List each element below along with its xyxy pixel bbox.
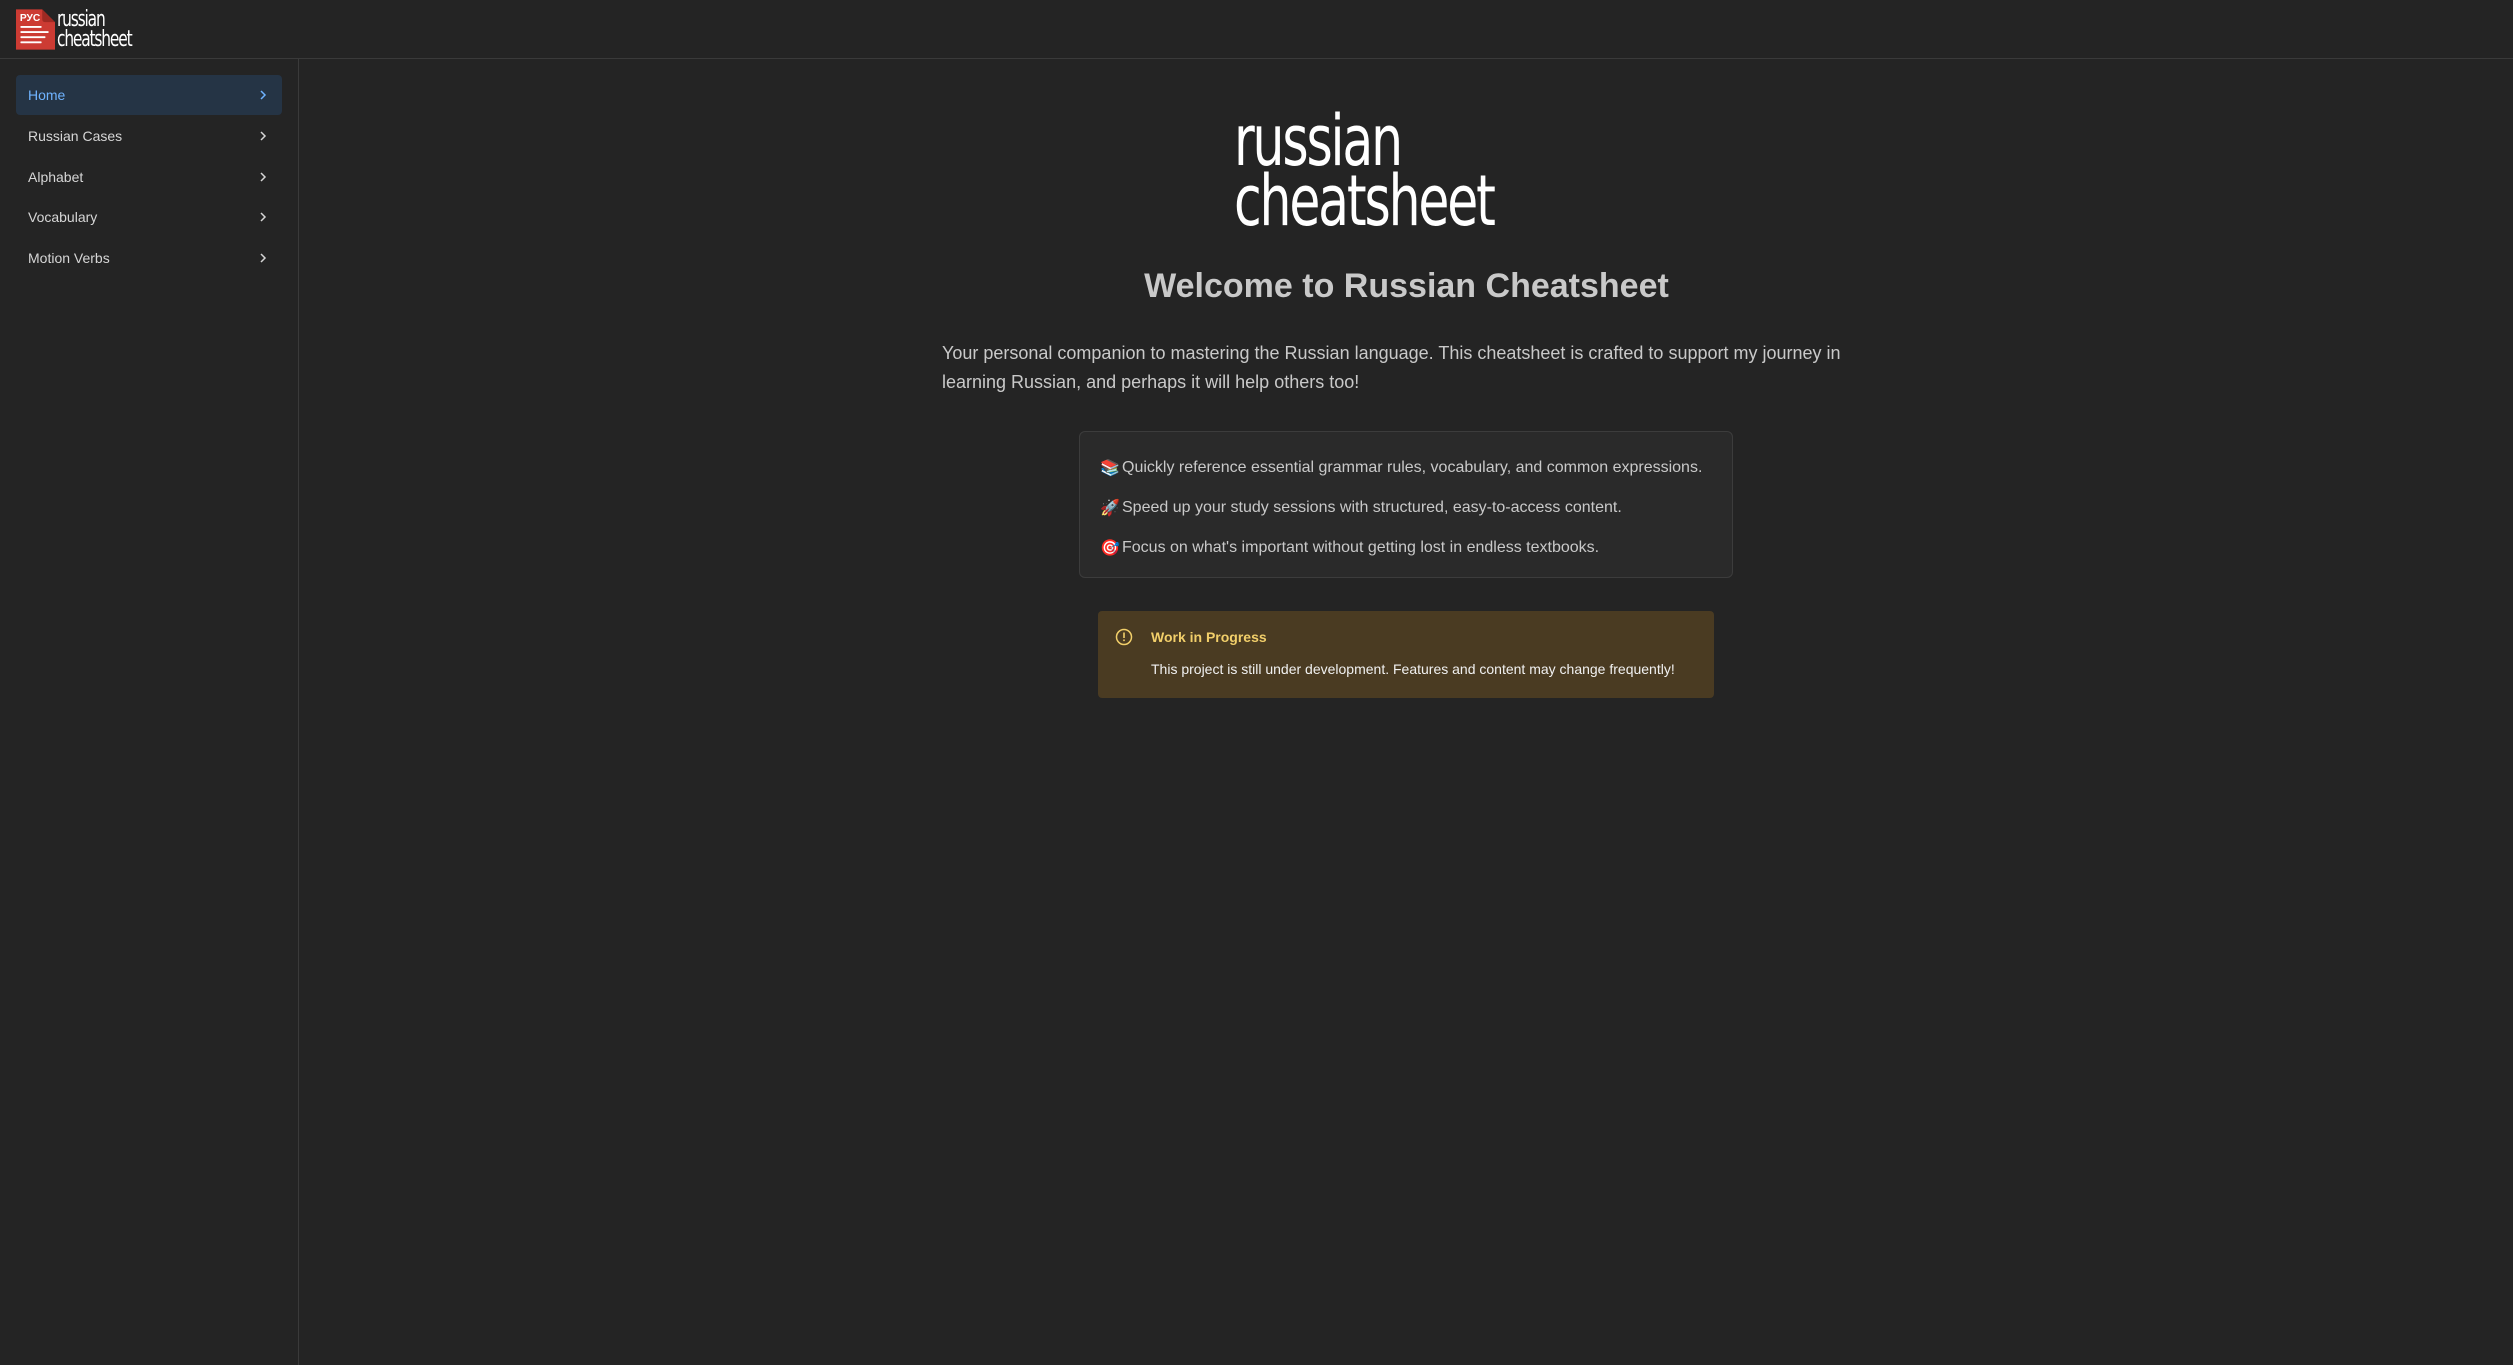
header-logo-wordmark: russian cheatsheet	[57, 8, 133, 52]
hero-logo: РУС russian cheatsheet	[1230, 106, 1585, 242]
header-logo[interactable]: РУС russian cheatsheet	[16, 8, 152, 51]
sidebar-item-alphabet[interactable]: Alphabet	[16, 157, 282, 197]
sidebar-item-label: Vocabulary	[28, 209, 98, 225]
rocket-icon: 🚀	[1100, 500, 1120, 517]
sidebar-item-label: Motion Verbs	[28, 250, 110, 266]
chevron-right-icon	[260, 131, 267, 141]
work-in-progress-alert: Work in Progress This project is still u…	[1098, 611, 1714, 698]
feature-item: 📚 Quickly reference essential grammar ru…	[1100, 448, 1712, 488]
feature-item: 🎯 Focus on what's important without gett…	[1100, 528, 1712, 568]
top-header: РУС russian cheatsheet	[0, 0, 2513, 59]
sidebar-item-russian-cases[interactable]: Russian Cases	[16, 116, 282, 156]
sidebar-item-motion-verbs[interactable]: Motion Verbs	[16, 238, 282, 278]
hero-logo-wordmark: russian cheatsheet	[1234, 106, 1496, 242]
alert-title: Work in Progress	[1151, 629, 1267, 645]
feature-item: 🚀 Speed up your study sessions with stru…	[1100, 488, 1712, 528]
sidebar-item-vocabulary[interactable]: Vocabulary	[16, 197, 282, 237]
document-logo-icon: РУС	[16, 9, 55, 50]
target-icon: 🎯	[1100, 540, 1120, 557]
sidebar: Home Russian Cases Alphabet Vocabulary M…	[0, 59, 299, 1365]
alert-circle-icon	[1115, 628, 1133, 646]
feature-text: Focus on what's important without gettin…	[1122, 539, 1600, 556]
alert-message: This project is still under development.…	[1151, 661, 1675, 677]
main-content: РУС russian cheatsheet Welcome to Russia…	[300, 59, 2513, 1365]
sidebar-item-label: Russian Cases	[28, 128, 123, 144]
intro-paragraph: Your personal companion to mastering the…	[942, 343, 1841, 392]
sidebar-item-home[interactable]: Home	[16, 75, 282, 115]
logo-word-cheatsheet: cheatsheet	[1234, 160, 1496, 242]
feature-text: Speed up your study sessions with struct…	[1122, 499, 1622, 516]
sidebar-item-label: Home	[28, 87, 66, 103]
chevron-right-icon	[260, 253, 267, 263]
feature-text: Quickly reference essential grammar rule…	[1122, 459, 1703, 476]
logo-word-cheatsheet: cheatsheet	[57, 26, 133, 52]
chevron-right-icon	[260, 212, 267, 222]
page-title: Welcome to Russian Cheatsheet	[1144, 267, 1669, 305]
chevron-right-icon	[260, 172, 267, 182]
features-card: 📚 Quickly reference essential grammar ru…	[1079, 431, 1733, 578]
sidebar-item-label: Alphabet	[28, 169, 84, 185]
logo-badge-text: РУС	[20, 13, 41, 24]
chevron-right-icon	[260, 90, 267, 100]
books-icon: 📚	[1100, 460, 1120, 477]
